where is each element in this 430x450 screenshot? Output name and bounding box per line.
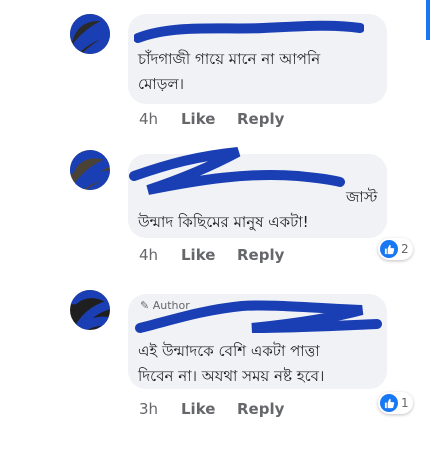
redaction-scribble-icon [70, 290, 110, 330]
reaction-count: 1 [401, 396, 409, 410]
thumbs-up-icon [380, 394, 398, 412]
timestamp: 3h [139, 400, 159, 418]
timestamp: 4h [139, 110, 159, 128]
name-redaction [134, 20, 364, 43]
scroll-edge-indicator [426, 0, 430, 40]
comment-actions: 3h Like Reply [139, 400, 284, 418]
reaction-count-badge[interactable]: 2 [378, 238, 413, 260]
comment-actions: 4h Like Reply [139, 246, 284, 264]
name-redaction [129, 147, 345, 195]
comment-text-partial: জাস্ট [346, 188, 378, 206]
comment-text: উন্মাদ কিছিমের মানুষ একটা! [138, 213, 309, 231]
redaction-scribble-icon [70, 150, 110, 190]
avatar[interactable] [70, 290, 110, 330]
reaction-count: 2 [401, 242, 409, 256]
name-redaction [135, 300, 382, 333]
comment-text: এই উন্মাদকে বেশি একটা পাত্তা দিবেন না। অ… [138, 342, 325, 385]
redaction-scribble-icon [70, 14, 110, 54]
reply-button[interactable]: Reply [237, 110, 284, 128]
like-button[interactable]: Like [181, 110, 237, 128]
reply-button[interactable]: Reply [237, 400, 284, 418]
comment-text: চাঁদগাজী গায়ে মানে না আপনি মোড়ল। [138, 50, 321, 93]
thumbs-up-icon [380, 240, 398, 258]
avatar[interactable] [70, 150, 110, 190]
timestamp: 4h [139, 246, 159, 264]
like-button[interactable]: Like [181, 246, 237, 264]
reply-button[interactable]: Reply [237, 246, 284, 264]
like-button[interactable]: Like [181, 400, 237, 418]
comment-actions: 4h Like Reply [139, 110, 284, 128]
comment-bubble: চাঁদগাজী গায়ে মানে না আপনি মোড়ল। [128, 14, 387, 104]
comment-bubble: ✎ Author এই উন্মাদকে বেশি একটা পাত্তা দি… [128, 294, 387, 389]
reaction-count-badge[interactable]: 1 [378, 392, 413, 414]
comment-bubble: জাস্ট উন্মাদ কিছিমের মানুষ একটা! [128, 147, 387, 238]
avatar[interactable] [70, 14, 110, 54]
